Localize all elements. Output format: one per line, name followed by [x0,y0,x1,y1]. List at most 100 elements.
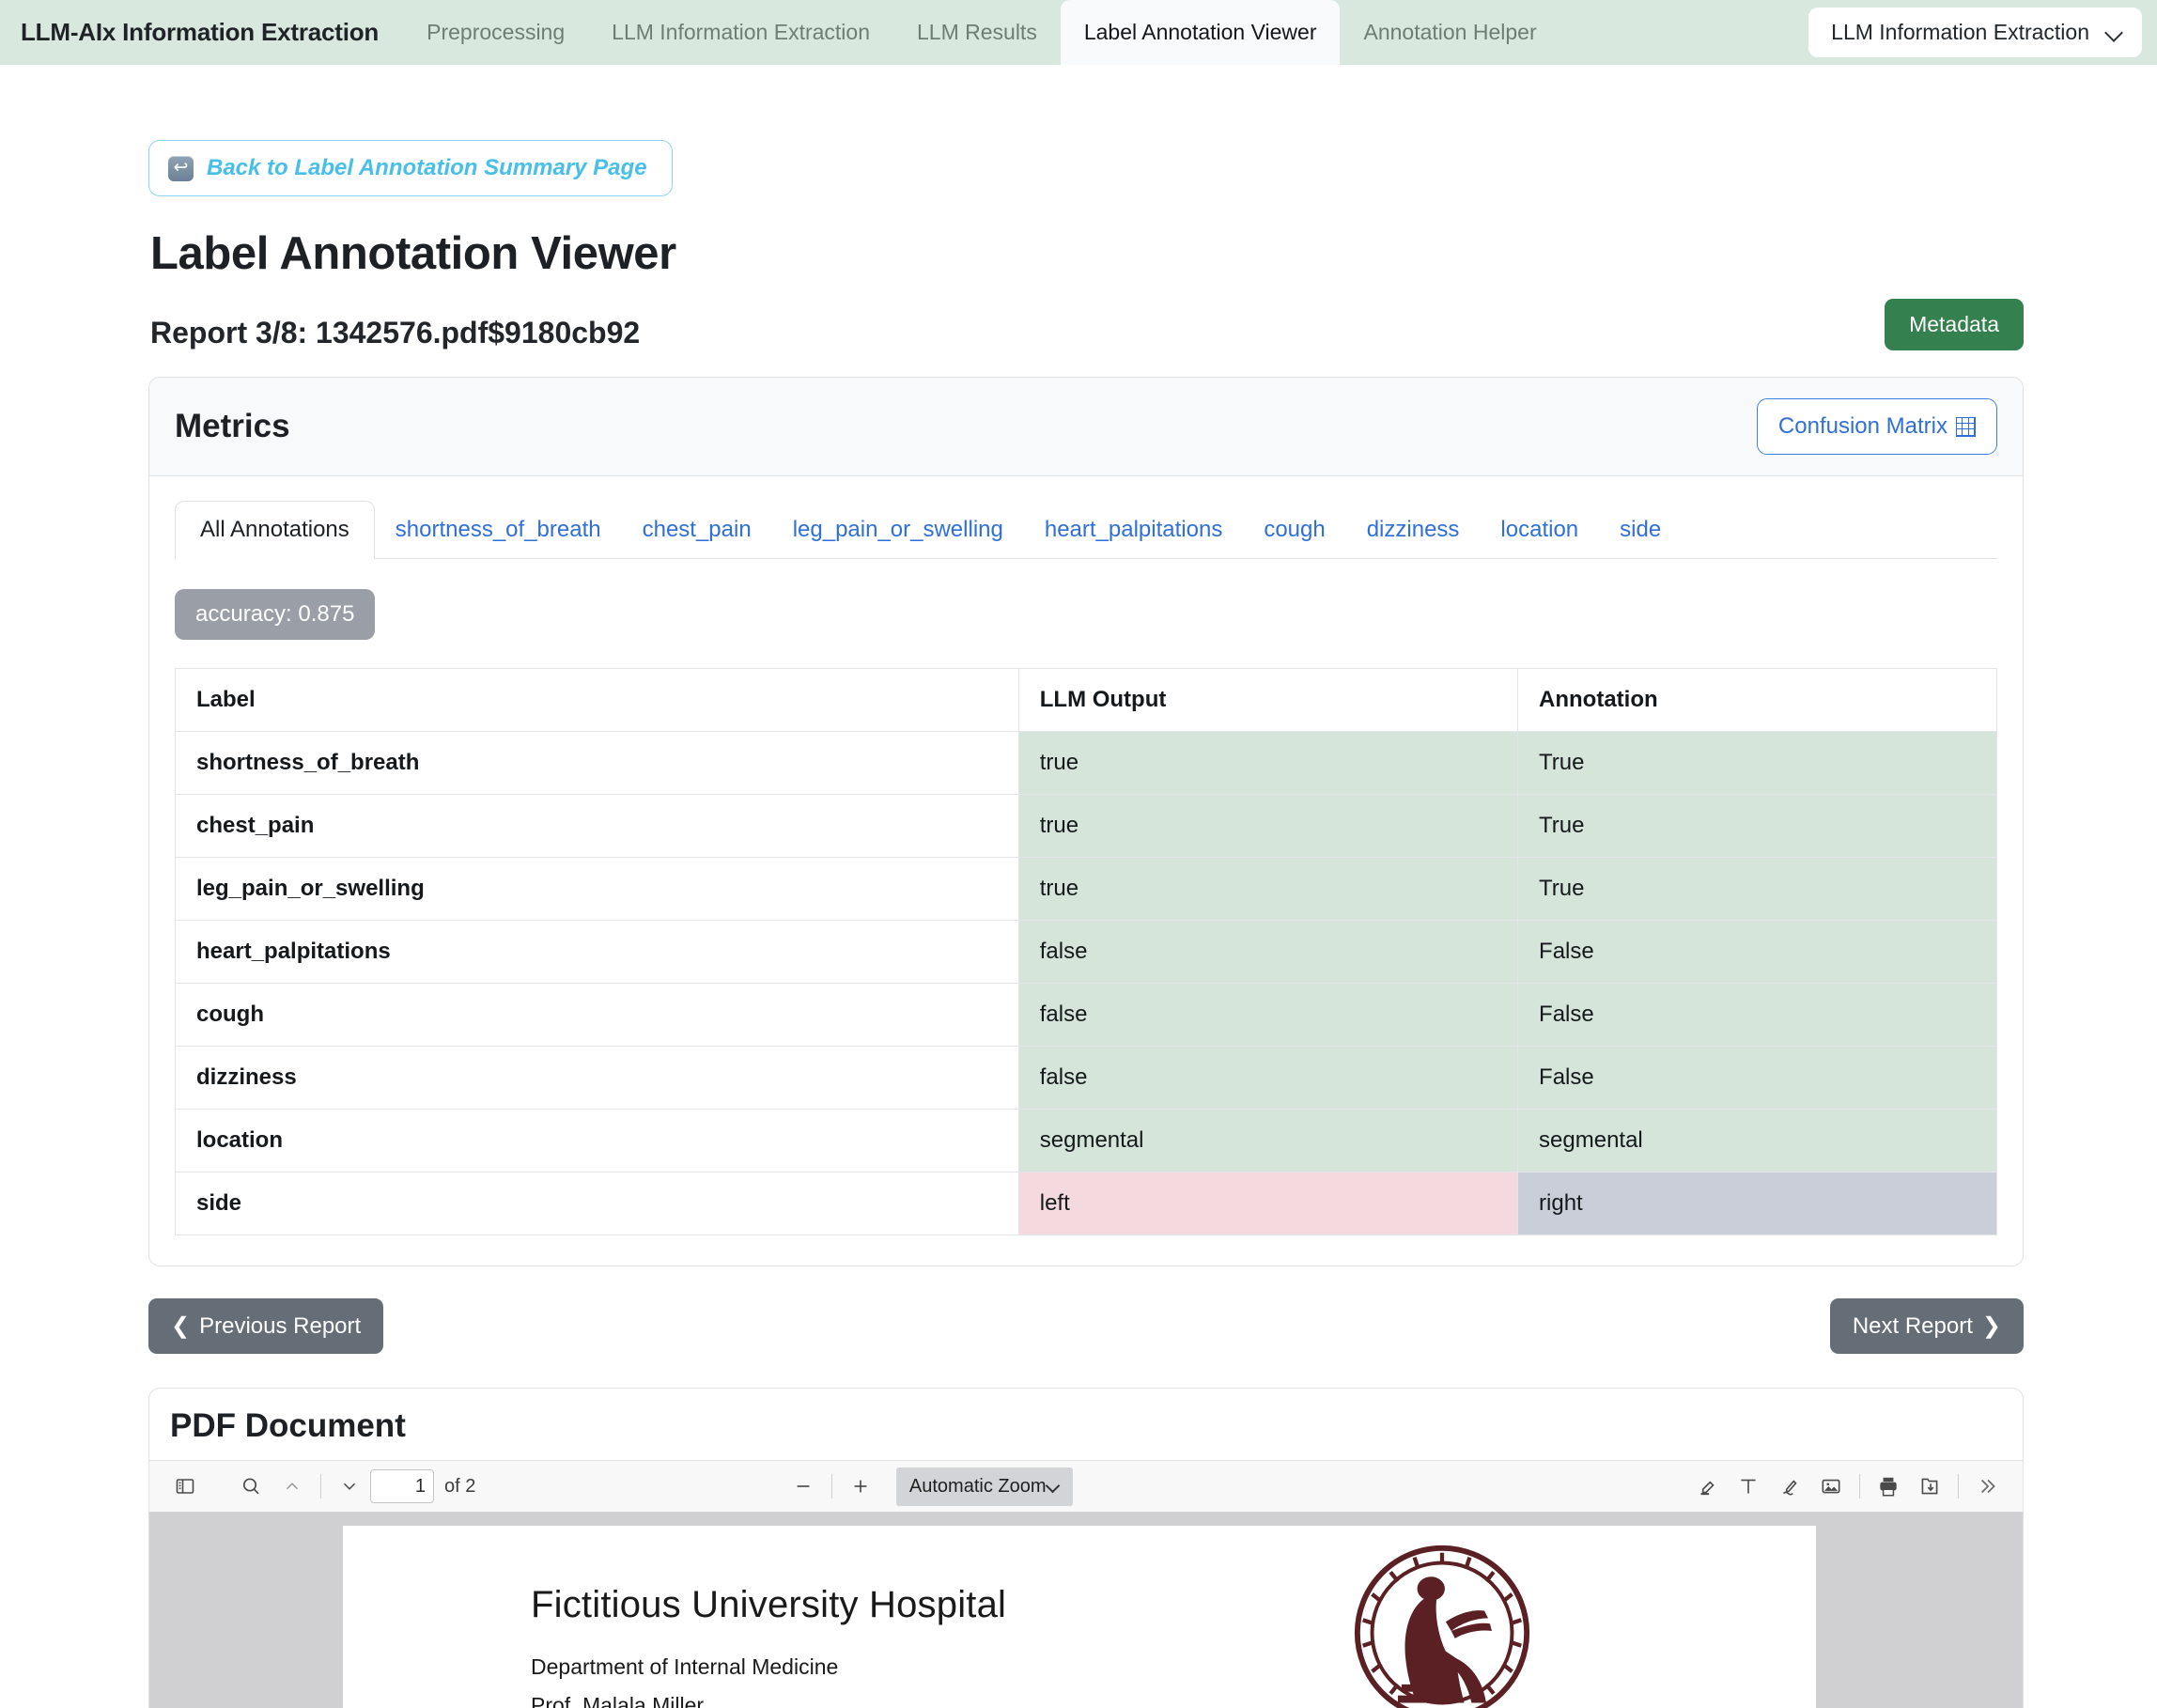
row-llm-output: false [1018,1046,1519,1110]
row-annotation: right [1517,1172,1997,1235]
label-tab-chest-pain[interactable]: chest_pain [622,502,772,558]
zoom-select[interactable]: Automatic Zoom [895,1467,1073,1506]
metadata-button[interactable]: Metadata [1885,299,2024,350]
pdf-toolbar-zoom-group: Automatic Zoom [783,1466,1073,1507]
label-tab-heart-palpitations[interactable]: heart_palpitations [1024,502,1243,558]
row-llm-output: true [1018,794,1519,858]
chevron-left-icon: ❮ [171,1313,191,1339]
confusion-matrix-button[interactable]: Confusion Matrix [1756,398,1997,455]
row-label: leg_pain_or_swelling [175,857,1019,921]
chevron-down-icon [2106,24,2123,41]
page-title: Label Annotation Viewer [150,228,676,279]
search-icon[interactable] [230,1466,272,1507]
label-tab-location[interactable]: location [1480,502,1599,558]
row-llm-output: false [1018,983,1519,1047]
back-arrow-icon [168,155,194,181]
table-row: heart_palpitations false False [175,920,1997,984]
pdf-viewport[interactable]: Fictitious University Hospital Departmen… [149,1513,2023,1708]
table-row: shortness_of_breath true True [175,731,1997,795]
previous-report-label: Previous Report [199,1312,362,1339]
pdf-toolbar-right [1686,1466,2008,1507]
label-tab-dizziness[interactable]: dizziness [1346,502,1481,558]
label-tab-cough[interactable]: cough [1243,502,1345,558]
column-header-llm-output: LLM Output [1018,668,1519,732]
metrics-card: Metrics Confusion Matrix All Annotations… [148,377,2024,1266]
nav-tab-llm-results[interactable]: LLM Results [893,0,1061,65]
app-brand: LLM-AIx Information Extraction [21,18,380,46]
pdf-page: Fictitious University Hospital Departmen… [343,1526,1816,1708]
row-llm-output: segmental [1018,1109,1519,1172]
back-to-summary-label: Back to Label Annotation Summary Page [207,155,647,180]
pdf-department-line: Department of Internal Medicine [531,1654,839,1679]
label-tab-leg-pain-or-swelling[interactable]: leg_pain_or_swelling [772,502,1024,558]
toolbar-divider [1859,1474,1860,1498]
print-icon[interactable] [1868,1466,1909,1507]
page-number-input[interactable] [370,1469,434,1503]
row-label: side [175,1172,1019,1235]
toolbar-divider [320,1474,321,1498]
minus-icon[interactable] [783,1466,824,1507]
mode-select[interactable]: LLM Information Extraction [1808,8,2142,57]
table-row: leg_pain_or_swelling true True [175,857,1997,921]
accuracy-badge: accuracy: 0.875 [175,589,376,640]
nav-tab-list: Preprocessing LLM Information Extraction… [403,0,1560,65]
nav-tab-label-annotation-viewer[interactable]: Label Annotation Viewer [1060,0,1341,65]
back-to-summary-button[interactable]: Back to Label Annotation Summary Page [148,140,673,196]
download-icon[interactable] [1909,1466,1950,1507]
pdf-document-title: PDF Document [170,1407,406,1444]
metrics-card-body: All Annotations shortness_of_breath ches… [149,476,2023,1265]
chevron-up-icon[interactable] [272,1466,313,1507]
label-tab-all-annotations[interactable]: All Annotations [175,501,375,559]
table-row: side left right [175,1172,1997,1235]
row-annotation: True [1517,731,1997,795]
row-annotation: True [1517,794,1997,858]
chevron-down-icon[interactable] [329,1466,370,1507]
row-label: location [175,1109,1019,1172]
next-report-label: Next Report [1852,1312,1973,1339]
row-llm-output: true [1018,857,1519,921]
pdf-document-card: PDF Document 1 of 2 Automatic Zoom Ficti… [148,1388,2024,1708]
highlighter-icon[interactable] [1686,1466,1728,1507]
report-navigation: ❮ Previous Report Next Report ❯ [148,1298,2024,1354]
column-header-annotation: Annotation [1517,668,1997,732]
image-icon[interactable] [1810,1466,1852,1507]
mode-select-value: LLM Information Extraction [1831,20,2089,44]
pdf-page-content: Fictitious University Hospital Departmen… [343,1526,1816,1708]
label-tab-shortness-of-breath[interactable]: shortness_of_breath [375,502,622,558]
row-label: shortness_of_breath [175,731,1019,795]
row-llm-output: true [1018,731,1519,795]
next-report-button[interactable]: Next Report ❯ [1829,1298,2024,1354]
chevron-down-icon [1047,1480,1060,1493]
report-subtitle: Report 3/8: 1342576.pdf$9180cb92 [150,316,641,349]
top-navbar: LLM-AIx Information Extraction Preproces… [0,0,2157,65]
nav-tab-annotation-helper[interactable]: Annotation Helper [1340,0,1560,65]
table-row: chest_pain true True [175,794,1997,858]
label-tab-side[interactable]: side [1599,502,1682,558]
zoom-select-value: Automatic Zoom [908,1475,1047,1497]
nav-tab-llm-information-extraction[interactable]: LLM Information Extraction [588,0,893,65]
table-row: location segmental segmental [175,1109,1997,1172]
row-annotation: False [1517,983,1997,1047]
content-container: Back to Label Annotation Summary Page La… [148,65,2024,1708]
row-annotation: False [1517,920,1997,984]
row-llm-output: left [1018,1172,1519,1235]
plus-icon[interactable] [840,1466,881,1507]
university-seal-logo [1350,1541,1534,1708]
toolbar-divider [1958,1474,1959,1498]
row-annotation: False [1517,1046,1997,1110]
double-chevron-right-icon[interactable] [1966,1466,2008,1507]
table-row: dizziness false False [175,1046,1997,1110]
confusion-matrix-label: Confusion Matrix [1777,413,1948,439]
previous-report-button[interactable]: ❮ Previous Report [148,1298,384,1354]
pdf-toolbar-left: of 2 [164,1466,475,1507]
grid-icon [1956,416,1976,437]
toolbar-divider [830,1474,832,1498]
nav-tab-preprocessing[interactable]: Preprocessing [403,0,588,65]
table-header-row: Label LLM Output Annotation [175,668,1997,732]
draw-icon[interactable] [1769,1466,1810,1507]
sidebar-toggle-icon[interactable] [164,1466,206,1507]
page-count-label: of 2 [444,1475,476,1497]
metrics-card-header: Metrics Confusion Matrix [149,378,2023,476]
text-tool-icon[interactable] [1728,1466,1769,1507]
navbar-right: LLM Information Extraction [1808,0,2157,65]
